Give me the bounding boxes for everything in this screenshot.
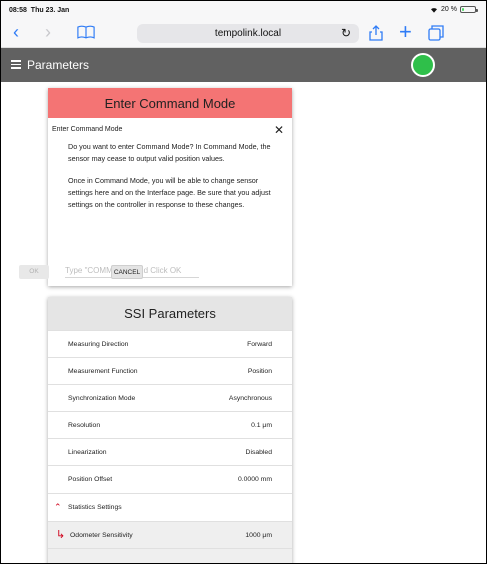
param-value: Position — [247, 368, 272, 375]
page-title: Parameters — [27, 58, 90, 72]
param-row-linearization[interactable]: Linearization Disabled — [48, 438, 292, 465]
param-label: Measurement Function — [68, 368, 138, 375]
menu-icon[interactable] — [11, 60, 21, 69]
share-icon[interactable] — [369, 25, 383, 41]
param-value: Forward — [247, 341, 272, 348]
reload-icon[interactable]: ↻ — [341, 26, 351, 40]
ok-button[interactable]: OK — [19, 265, 49, 279]
connection-status-indicator — [411, 53, 435, 77]
close-icon[interactable]: ✕ — [274, 123, 284, 137]
param-row-measuring-direction[interactable]: Measuring Direction Forward — [48, 330, 292, 357]
param-label: Position Offset — [68, 476, 113, 483]
status-right: 20 % — [430, 6, 478, 13]
param-value: 1000 μm — [245, 532, 272, 539]
cancel-button[interactable]: CANCEL — [111, 265, 143, 279]
param-row-measurement-function[interactable]: Measurement Function Position — [48, 357, 292, 384]
status-time: 08:58 Thu 23. Jan — [9, 7, 69, 14]
app-header: Parameters — [1, 48, 486, 82]
status-date: Thu 23. Jan — [30, 7, 70, 14]
param-value: Disabled — [245, 449, 272, 456]
battery-fill — [462, 8, 465, 11]
ssi-parameters-card: SSI Parameters Measuring Direction Forwa… — [48, 297, 292, 563]
param-row-position-offset[interactable]: Position Offset 0.0000 mm — [48, 465, 292, 492]
chevron-up-icon: ⌃ — [54, 502, 62, 512]
dialog-paragraph-2: Once in Command Mode, you will be able t… — [68, 176, 271, 209]
dialog-title: Enter Command Mode — [104, 96, 236, 111]
url-text: tempolink.local — [214, 28, 282, 39]
status-clock: 08:58 — [9, 7, 27, 14]
status-bar: 08:58 Thu 23. Jan 20 % — [1, 1, 486, 19]
bookmarks-icon[interactable] — [77, 25, 95, 39]
back-icon[interactable]: ‹ — [13, 22, 19, 42]
param-label: Linearization — [68, 449, 107, 456]
dialog-header: Enter Command Mode — [48, 88, 292, 118]
address-bar[interactable]: tempolink.local ↻ — [137, 24, 359, 43]
param-label: Synchronization Mode — [68, 395, 136, 402]
new-tab-icon[interactable]: + — [399, 21, 412, 43]
param-value: Asynchronous — [228, 395, 272, 402]
dialog-subtitle: Enter Command Mode — [52, 126, 123, 133]
param-value: 0.0000 mm — [237, 476, 272, 483]
wifi-icon — [431, 7, 438, 13]
subitem-arrow-icon: ↳ — [56, 529, 66, 541]
tabs-icon[interactable] — [428, 25, 444, 41]
param-row-partial — [48, 548, 292, 563]
browser-toolbar: ‹ › tempolink.local ↻ + — [1, 19, 486, 48]
dialog-paragraph-1: Do you want to enter Command Mode? In Co… — [68, 142, 271, 163]
statistics-label: Statistics Settings — [68, 504, 122, 511]
param-label: Resolution — [68, 422, 101, 429]
command-mode-dialog: Enter Command Mode Enter Command Mode ✕ … — [48, 88, 292, 286]
forward-icon[interactable]: › — [45, 22, 51, 42]
battery-icon — [460, 6, 478, 13]
param-row-resolution[interactable]: Resolution 0.1 μm — [48, 411, 292, 438]
screen: 08:58 Thu 23. Jan 20 % ‹ › tempolink.loc… — [0, 0, 487, 564]
param-row-synchronization-mode[interactable]: Synchronization Mode Asynchronous — [48, 384, 292, 411]
param-row-odometer-sensitivity[interactable]: ↳ Odometer Sensitivity 1000 μm — [48, 521, 292, 548]
statistics-settings-toggle[interactable]: ⌃ Statistics Settings — [48, 493, 292, 520]
ssi-title: SSI Parameters — [124, 306, 216, 321]
battery-percentage: 20 % — [441, 6, 457, 13]
param-label: Odometer Sensitivity — [70, 532, 133, 539]
ssi-header: SSI Parameters — [48, 297, 292, 330]
param-value: 0.1 μm — [251, 422, 272, 429]
param-label: Measuring Direction — [68, 341, 129, 348]
